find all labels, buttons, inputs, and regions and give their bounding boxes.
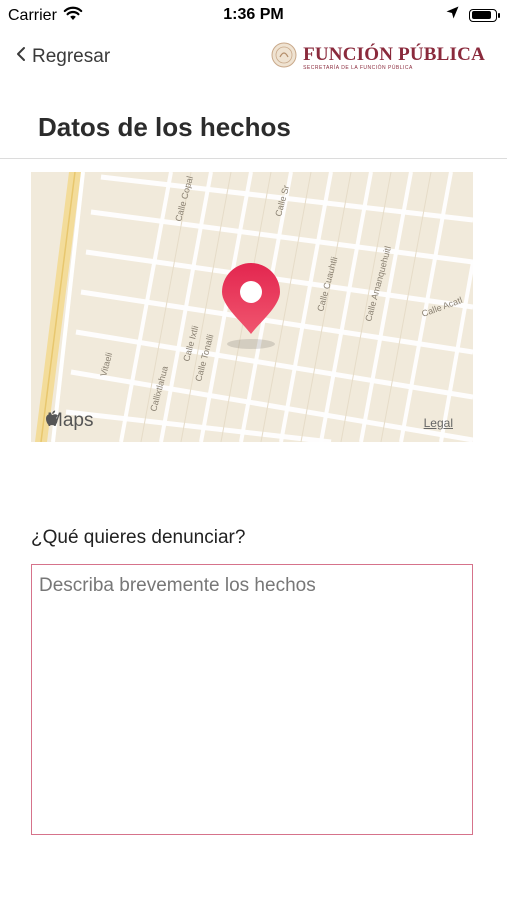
map-view[interactable]: Calle Copal Calle Sr Calle Cuauhtli Call… [31,172,473,442]
battery-fill [471,11,492,19]
maps-attribution: Maps [45,410,93,432]
description-textarea[interactable] [31,564,473,835]
question-label: ¿Qué quieres denunciar? [31,527,246,548]
status-bar: Carrier 1:36 PM [0,0,507,32]
street-label: Calle Copal [173,175,195,223]
nav-bar: Regresar FUNCIÓN PÚBLICA SECRETARÍA DE L… [0,32,507,88]
battery-icon [469,8,500,22]
status-right [446,6,500,24]
location-arrow-icon [446,6,459,24]
legal-link[interactable]: Legal [424,416,453,430]
page-title: Datos de los hechos [38,112,291,142]
street-label: Calle Ixtli [181,325,200,363]
street-label: Vitaeli [98,351,114,377]
chevron-left-icon [16,46,26,68]
brand-text: FUNCIÓN PÚBLICA SECRETARÍA DE LA FUNCIÓN… [303,43,485,71]
back-label: Regresar [32,46,111,67]
seal-icon [271,42,297,73]
brand-title: FUNCIÓN PÚBLICA [303,43,485,65]
brand-logo: FUNCIÓN PÚBLICA SECRETARÍA DE LA FUNCIÓN… [271,42,485,73]
brand-subtitle: SECRETARÍA DE LA FUNCIÓN PÚBLICA [303,64,413,71]
back-button[interactable]: Regresar [16,46,110,68]
status-time: 1:36 PM [223,6,284,23]
header-divider [0,158,507,159]
